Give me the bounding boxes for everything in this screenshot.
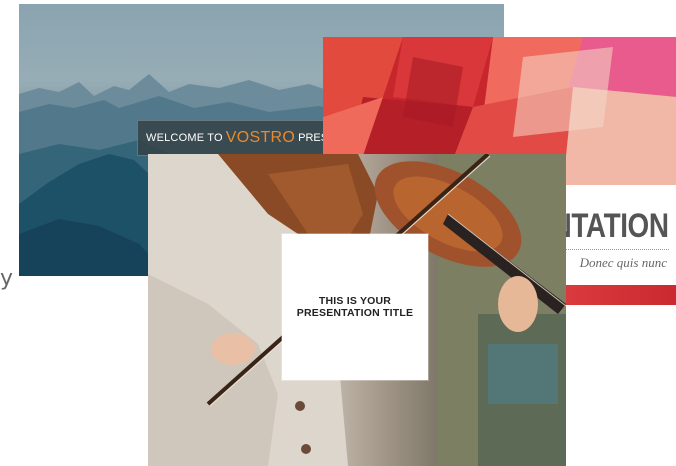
slide-title-banner: WELCOME TO VOSTRO PRESE [137, 120, 337, 156]
slide-title-line1: THIS IS YOUR [318, 295, 392, 307]
slide-title: THIS IS YOUR PRESENTATION TITLE [290, 295, 420, 319]
welcome-label: WELCOME TO [146, 132, 223, 144]
slide-thumbnail-violin[interactable]: THIS IS YOUR PRESENTATION TITLE [148, 154, 566, 466]
brand-name: VOSTRO [225, 129, 296, 146]
slide-title-line2: PRESENTATION TITLE [296, 307, 414, 319]
slide-subtitle-fragment: Donec quis nunc [579, 255, 667, 270]
title-card: THIS IS YOUR PRESENTATION TITLE [282, 234, 428, 380]
stray-text-fragment: y [0, 266, 14, 291]
slide-title-fragment: NTATION [552, 207, 669, 245]
divider [559, 249, 669, 250]
